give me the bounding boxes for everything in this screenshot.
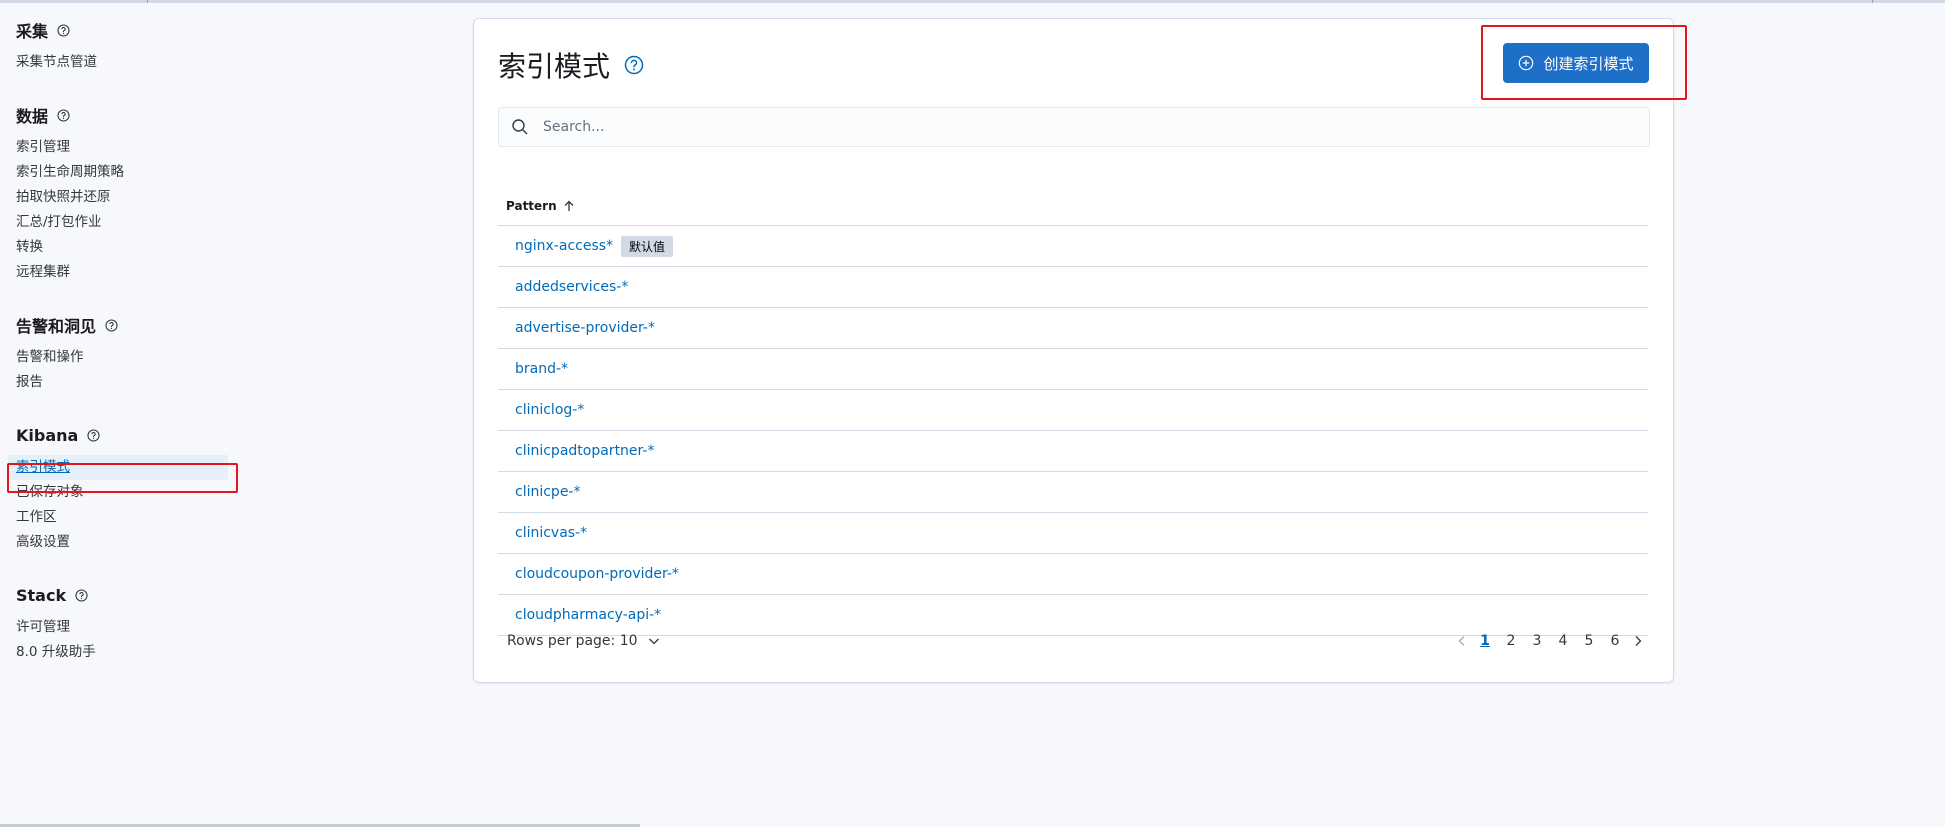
search-icon [511, 118, 529, 136]
sidebar-item-snapshot-restore[interactable]: 拍取快照并还原 [16, 185, 236, 210]
sidebar-item-ilm-policies[interactable]: 索引生命周期策略 [16, 160, 236, 185]
table-row: clinicpe-* [498, 472, 1648, 513]
sort-up-icon[interactable] [563, 200, 575, 212]
index-patterns-table: Pattern nginx-access* 默认值 addedservices-… [498, 187, 1648, 636]
help-icon[interactable] [75, 588, 88, 602]
sidebar-item-ingest-pipelines[interactable]: 采集节点管道 [16, 50, 236, 75]
top-border-tick [147, 0, 148, 3]
sidebar-item-remote-clusters[interactable]: 远程集群 [16, 260, 236, 285]
sidebar-group-stack: Stack 许可管理 8.0 升级助手 [16, 581, 236, 665]
table-header[interactable]: Pattern [498, 187, 1648, 226]
index-patterns-panel: 索引模式 创建索引模式 Pattern nginx-access* 默认值 ad… [473, 18, 1674, 683]
page-button-2[interactable]: 2 [1498, 633, 1524, 649]
table-row: clinicpadtopartner-* [498, 431, 1648, 472]
create-index-pattern-label: 创建索引模式 [1543, 54, 1634, 73]
sidebar-group-data: 数据 索引管理 索引生命周期策略 拍取快照并还原 汇总/打包作业 转换 远程集群 [16, 101, 236, 285]
column-header-pattern[interactable]: Pattern [506, 199, 557, 213]
page-title-text: 索引模式 [498, 50, 611, 83]
page-button-5[interactable]: 5 [1576, 633, 1602, 649]
pagination: 1 2 3 4 5 6 [1452, 633, 1648, 649]
sidebar-group-title: 告警和洞见 [16, 311, 236, 339]
table-row: advertise-provider-* [498, 308, 1648, 349]
rows-per-page-label: Rows per page: 10 [507, 633, 638, 649]
search-input[interactable] [541, 118, 1625, 136]
sidebar-group-alerts: 告警和洞见 告警和操作 报告 [16, 311, 236, 395]
sidebar-group-title: Kibana [16, 421, 236, 449]
index-pattern-link[interactable]: cliniclog-* [515, 402, 584, 418]
sidebar-group-title: 采集 [16, 16, 236, 44]
sidebar-group-label: 采集 [16, 22, 49, 41]
index-pattern-link[interactable]: clinicpe-* [515, 484, 581, 500]
search-bar [498, 107, 1650, 147]
default-badge: 默认值 [621, 235, 674, 257]
table-row: clinicvas-* [498, 513, 1648, 554]
index-pattern-link[interactable]: cloudpharmacy-api-* [515, 607, 661, 623]
help-icon[interactable] [57, 23, 70, 37]
index-pattern-link[interactable]: nginx-access* [515, 238, 613, 254]
table-row: nginx-access* 默认值 [498, 226, 1648, 267]
top-border-tick [1872, 0, 1873, 3]
table-row: brand-* [498, 349, 1648, 390]
index-pattern-link[interactable]: brand-* [515, 361, 568, 377]
sidebar-item-spaces[interactable]: 工作区 [16, 505, 236, 530]
plus-circle-icon [1518, 55, 1534, 71]
chevron-right-icon[interactable] [1628, 634, 1648, 648]
sidebar-group-label: 数据 [16, 107, 49, 126]
sidebar-item-license-management[interactable]: 许可管理 [16, 615, 236, 640]
rows-per-page-button[interactable]: Rows per page: 10 [507, 633, 660, 649]
sidebar-group-label: Stack [16, 585, 67, 605]
index-pattern-link[interactable]: addedservices-* [515, 279, 628, 295]
page-button-1[interactable]: 1 [1472, 633, 1498, 649]
chevron-left-icon[interactable] [1452, 634, 1472, 648]
page-button-3[interactable]: 3 [1524, 633, 1550, 649]
sidebar: 采集 采集节点管道 数据 索引管理 索引生命周期策略 拍取快照并还原 汇总/打包… [8, 16, 236, 691]
index-pattern-link[interactable]: clinicvas-* [515, 525, 587, 541]
page-button-6[interactable]: 6 [1602, 633, 1628, 649]
sidebar-item-alerts-actions[interactable]: 告警和操作 [16, 345, 236, 370]
sidebar-group-title: 数据 [16, 101, 236, 129]
table-row: addedservices-* [498, 267, 1648, 308]
sidebar-group-label: 告警和洞见 [16, 317, 97, 336]
chevron-down-icon [648, 635, 660, 647]
sidebar-group-ingest: 采集 采集节点管道 [16, 16, 236, 75]
sidebar-group-title: Stack [16, 581, 236, 609]
sidebar-item-reporting[interactable]: 报告 [16, 370, 236, 395]
table-row: cliniclog-* [498, 390, 1648, 431]
sidebar-item-rollup-jobs[interactable]: 汇总/打包作业 [16, 210, 236, 235]
index-pattern-link[interactable]: clinicpadtopartner-* [515, 443, 654, 459]
create-index-pattern-button[interactable]: 创建索引模式 [1503, 43, 1649, 83]
help-icon[interactable] [57, 108, 70, 122]
help-icon[interactable] [624, 55, 644, 75]
table-row: cloudcoupon-provider-* [498, 554, 1648, 595]
help-icon[interactable] [105, 318, 118, 332]
sidebar-item-advanced-settings[interactable]: 高级设置 [16, 530, 236, 555]
page-button-4[interactable]: 4 [1550, 633, 1576, 649]
table-footer: Rows per page: 10 1 2 3 4 5 6 [498, 627, 1648, 657]
help-icon[interactable] [87, 428, 100, 442]
index-pattern-link[interactable]: advertise-provider-* [515, 320, 655, 336]
page-title: 索引模式 [498, 45, 644, 85]
sidebar-group-label: Kibana [16, 425, 79, 445]
sidebar-item-upgrade-assistant[interactable]: 8.0 升级助手 [16, 640, 236, 665]
index-pattern-link[interactable]: cloudcoupon-provider-* [515, 566, 679, 582]
sidebar-item-index-management[interactable]: 索引管理 [16, 135, 236, 160]
top-border [0, 0, 1945, 3]
sidebar-item-transforms[interactable]: 转换 [16, 235, 236, 260]
sidebar-group-kibana: Kibana 索引模式 已保存对象 工作区 高级设置 [8, 421, 236, 555]
sidebar-item-index-patterns[interactable]: 索引模式 [8, 455, 228, 480]
sidebar-item-saved-objects[interactable]: 已保存对象 [16, 480, 236, 505]
